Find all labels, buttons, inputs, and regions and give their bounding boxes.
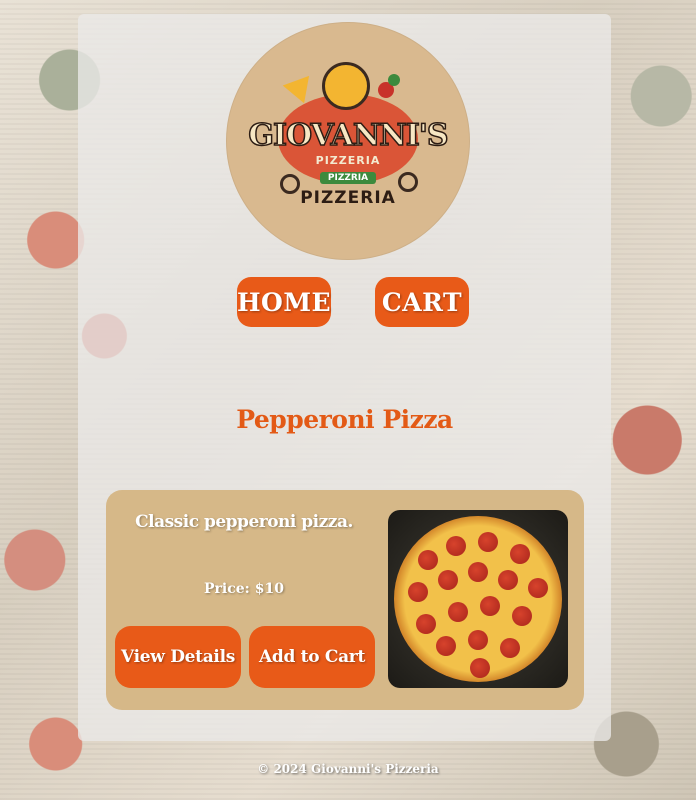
pepperoni (448, 602, 468, 622)
pepperoni (418, 550, 438, 570)
home-nav-button[interactable]: HOME (237, 277, 331, 327)
pepperoni (468, 630, 488, 650)
olive-icon (388, 74, 400, 86)
product-price: Price: $10 (204, 581, 284, 597)
cart-nav-button[interactable]: CART (375, 277, 469, 327)
logo-bottom-text: PIZZERIA (300, 188, 396, 208)
pepperoni (498, 570, 518, 590)
pepperoni (446, 536, 466, 556)
pepperoni (480, 596, 500, 616)
pepperoni (436, 636, 456, 656)
pepperoni (528, 578, 548, 598)
logo-subtitle: PIZZERIA (315, 154, 381, 167)
pepperoni (500, 638, 520, 658)
add-to-cart-button[interactable]: Add to Cart (249, 626, 375, 688)
logo-badge: PIZZRIA (320, 172, 376, 184)
pepperoni (478, 532, 498, 552)
pepperoni (416, 614, 436, 634)
pepperoni (512, 606, 532, 626)
footer-copyright: © 2024 Giovanni's Pizzeria (257, 762, 439, 776)
pizzeria-logo: GIOVANNI'S PIZZERIA PIZZRIA PIZZERIA (226, 22, 470, 260)
pepperoni-pizza-image (388, 510, 568, 688)
product-card: Classic pepperoni pizza. Price: $10 View… (106, 490, 584, 710)
pepperoni (468, 562, 488, 582)
pepperoni (510, 544, 530, 564)
product-title: Pepperoni Pizza (236, 405, 453, 434)
pizza-icon (322, 62, 370, 110)
pepperoni (438, 570, 458, 590)
view-details-button[interactable]: View Details (115, 626, 241, 688)
product-description: Classic pepperoni pizza. (135, 512, 353, 532)
pepperoni (408, 582, 428, 602)
pepperoni (470, 658, 490, 678)
logo-brand-text: GIOVANNI'S (248, 117, 450, 154)
